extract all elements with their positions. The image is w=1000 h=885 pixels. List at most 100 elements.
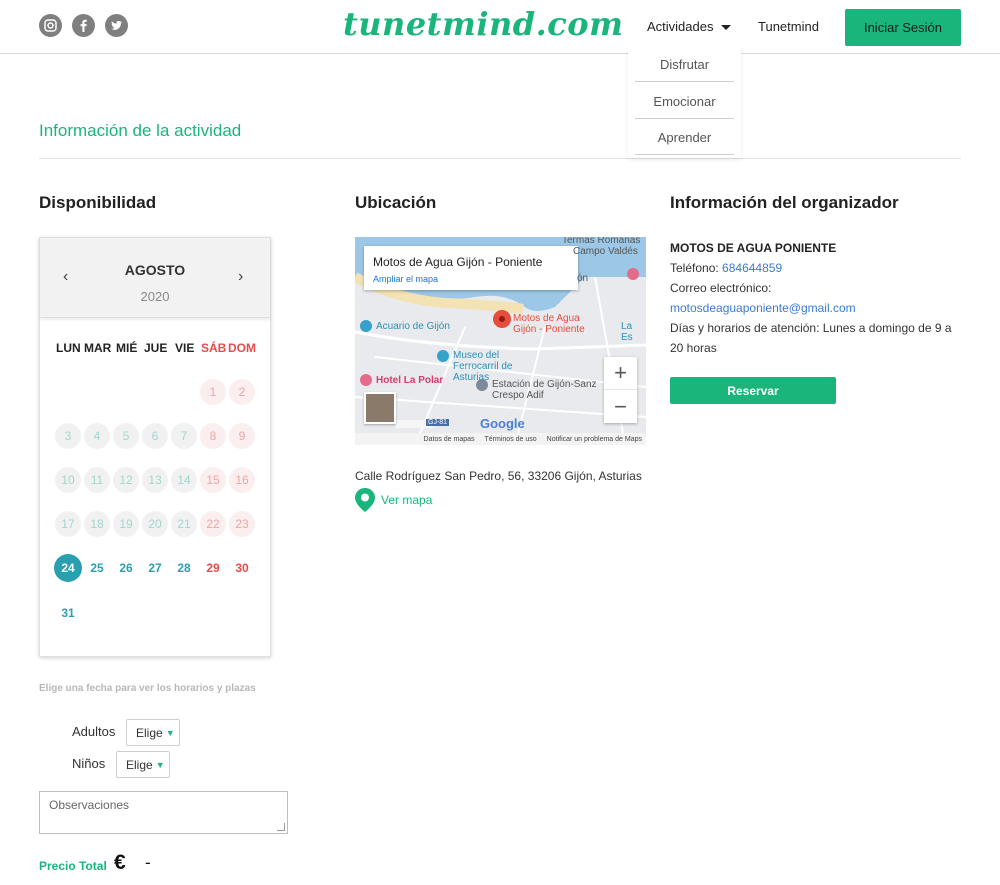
street-view-thumbnail[interactable] — [364, 392, 396, 424]
map-data-link[interactable]: Datos de mapas — [424, 436, 475, 443]
map-report-link[interactable]: Notificar un problema de Maps — [547, 436, 642, 443]
map-label: Acuario de Gijón — [376, 321, 450, 332]
email-link[interactable]: motosdeaguaponiente@gmail.com — [670, 298, 960, 318]
map-label: Campo Valdés — [573, 246, 638, 257]
nav-tunetmind[interactable]: Tunetmind — [758, 19, 819, 34]
map-zoom-control: + − — [604, 357, 637, 423]
dropdown-item-aprender[interactable]: Aprender — [635, 130, 734, 155]
calendar-day-selected[interactable]: 24 — [54, 554, 82, 582]
calendar-day[interactable]: 30 — [229, 555, 255, 581]
adults-select[interactable]: Elige ▼ — [126, 719, 180, 746]
calendar-day: 15 — [200, 467, 226, 493]
calendar-year: 2020 — [140, 289, 170, 304]
calendar-day: 6 — [142, 423, 168, 449]
map-label: Estación de Gijón-Sanz Crespo Adif — [492, 379, 597, 401]
chevron-down-icon: ▼ — [155, 759, 165, 770]
organizer-hours: Días y horarios de atención: Lunes a dom… — [670, 321, 952, 355]
facebook-icon[interactable] — [72, 14, 95, 37]
calendar-day[interactable]: 29 — [200, 555, 226, 581]
site-logo[interactable]: tunetmind.com — [343, 5, 623, 43]
map-footer: Datos de mapas Términos de uso Notificar… — [355, 433, 646, 445]
map-label: La Es — [621, 321, 633, 343]
calendar-day: 11 — [84, 467, 110, 493]
calendar-day[interactable]: 28 — [171, 555, 197, 581]
observations-placeholder: Observaciones — [49, 798, 130, 812]
date-hint: Elige una fecha para ver los horarios y … — [39, 683, 256, 694]
calendar-day: 8 — [200, 423, 226, 449]
calendar-day: 21 — [171, 511, 197, 537]
children-label: Niños — [72, 756, 106, 771]
zoom-out-button[interactable]: − — [604, 390, 637, 423]
see-map-label: Ver mapa — [381, 493, 433, 507]
login-button[interactable]: Iniciar Sesión — [845, 9, 961, 46]
social-links — [39, 14, 128, 37]
nav-actividades[interactable]: Actividades — [647, 19, 732, 34]
divider — [39, 158, 961, 159]
phone-link[interactable]: 684644859 — [722, 261, 782, 275]
phone-label: Teléfono: — [670, 261, 723, 275]
calendar-day: 19 — [113, 511, 139, 537]
embedded-map[interactable]: Motos de Agua Gijón - Poniente Ampliar e… — [355, 237, 646, 445]
adults-select-value: Elige — [136, 725, 163, 740]
map-label: ón — [577, 273, 589, 284]
map-pin-icon — [355, 488, 375, 512]
weekday-header: DOM — [228, 341, 256, 355]
zoom-in-button[interactable]: + — [604, 357, 637, 390]
email-label: Correo electrónico: — [670, 281, 772, 295]
twitter-icon[interactable] — [105, 14, 128, 37]
calendar-day[interactable]: 31 — [55, 600, 81, 626]
calendar-day: 3 — [55, 423, 81, 449]
calendar-day[interactable]: 27 — [142, 555, 168, 581]
map-label: Hotel La Polar — [376, 375, 444, 386]
organizer-phone-row: Teléfono: 684644859 — [670, 258, 960, 278]
expand-map-link[interactable]: Ampliar el mapa — [373, 274, 438, 284]
weekday-header: JUE — [144, 341, 168, 355]
calendar-day: 9 — [229, 423, 255, 449]
calendar-day: 22 — [200, 511, 226, 537]
calendar-day: 5 — [113, 423, 139, 449]
resize-handle-icon[interactable] — [277, 823, 285, 831]
price-label: Precio Total — [39, 859, 107, 873]
organizer-info: MOTOS DE AGUA PONIENTE Teléfono: 6846448… — [670, 238, 960, 358]
organizer-name: MOTOS DE AGUA PONIENTE — [670, 241, 837, 255]
nav-actividades-label: Actividades — [647, 19, 714, 34]
location-title: Ubicación — [355, 193, 437, 212]
weekday-header: VIE — [175, 341, 195, 355]
adults-label: Adultos — [72, 724, 116, 739]
map-label: Termas Romanas — [562, 237, 641, 246]
calendar-day: 17 — [55, 511, 81, 537]
page-title: Información de la actividad — [39, 121, 242, 140]
map-terms-link[interactable]: Términos de uso — [485, 436, 537, 443]
calendar-day: 13 — [142, 467, 168, 493]
calendar-month: AGOSTO — [124, 262, 186, 278]
calendar-day: 1 — [200, 379, 226, 405]
map-info-card: Motos de Agua Gijón - Poniente Ampliar e… — [364, 246, 578, 290]
organizer-title: Información del organizador — [670, 193, 899, 212]
map-pin-label: Motos de Agua Gijón - Poniente — [513, 313, 585, 335]
children-select[interactable]: Elige ▼ — [116, 751, 170, 778]
children-select-value: Elige — [126, 757, 153, 772]
calendar-day: 23 — [229, 511, 255, 537]
next-month-button[interactable]: › — [238, 268, 243, 286]
chevron-down-icon: ▼ — [165, 727, 175, 738]
calendar-day: 4 — [84, 423, 110, 449]
see-map-link[interactable]: Ver mapa — [355, 488, 432, 512]
weekday-header: SÁB — [201, 341, 227, 355]
top-navbar: tunetmind.com Actividades Tunetmind Inic… — [0, 0, 1000, 54]
reserve-button[interactable]: Reservar — [670, 377, 836, 404]
currency-symbol: € — [114, 851, 126, 874]
calendar-day[interactable]: 26 — [113, 555, 139, 581]
calendar-day[interactable]: 25 — [84, 555, 110, 581]
calendar-day: 12 — [113, 467, 139, 493]
calendar-day: 14 — [171, 467, 197, 493]
instagram-icon[interactable] — [39, 14, 62, 37]
google-logo: Google — [480, 416, 525, 431]
dropdown-item-emocionar[interactable]: Emocionar — [635, 94, 734, 119]
calendar-day: 16 — [229, 467, 255, 493]
availability-title: Disponibilidad — [39, 193, 157, 212]
weekday-header: MIÉ — [116, 341, 138, 355]
observations-field[interactable]: Observaciones — [39, 791, 288, 834]
calendar-day: 7 — [171, 423, 197, 449]
dropdown-item-disfrutar[interactable]: Disfrutar — [635, 57, 734, 82]
calendar-day: 2 — [229, 379, 255, 405]
